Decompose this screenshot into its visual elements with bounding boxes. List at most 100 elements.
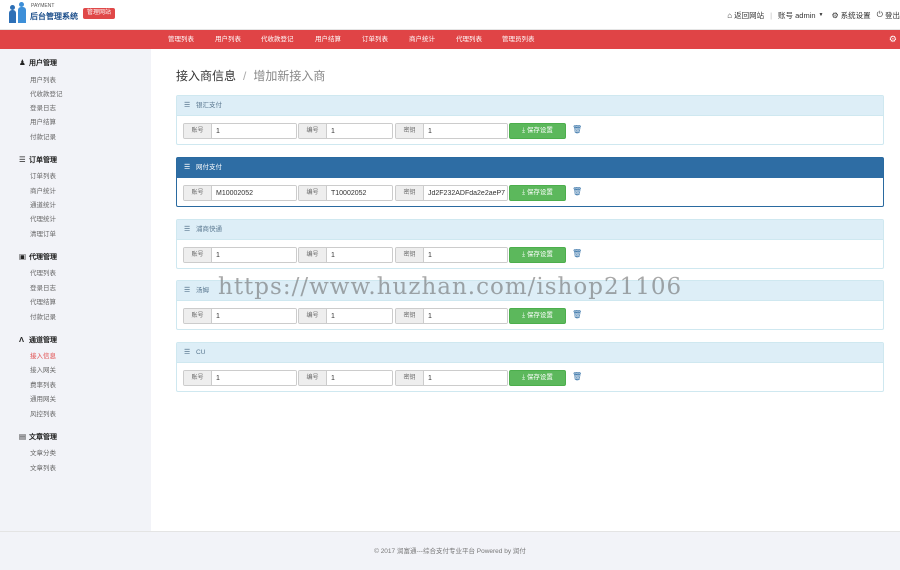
sidebar-item[interactable]: 代理列表 bbox=[30, 269, 56, 279]
main-nav: 管理列表 用户列表 代收款登记 用户结算 订单列表 商户统计 代理列表 管理员列… bbox=[0, 30, 900, 49]
sidebar-group-orders[interactable]: ☰ 订单管理 bbox=[19, 154, 57, 166]
sidebar-item[interactable]: 商户统计 bbox=[30, 187, 56, 197]
account-input[interactable] bbox=[212, 124, 296, 138]
account-field: 账号 bbox=[183, 185, 297, 201]
save-button[interactable]: ⤓ 保存设置 bbox=[509, 308, 566, 324]
sidebar-item[interactable]: 通用网关 bbox=[30, 395, 56, 405]
list-icon: ☰ bbox=[19, 155, 26, 164]
footer: © 2017 润富通---综合支付专业平台 Powered by 润付 bbox=[0, 531, 900, 570]
sidebar-group-agents[interactable]: ▣ 代理管理 bbox=[19, 251, 57, 263]
sidebar-item[interactable]: 费率列表 bbox=[30, 381, 56, 391]
upload-icon: ⤓ bbox=[522, 189, 526, 196]
trash-icon[interactable]: 🗑 bbox=[572, 310, 582, 319]
nav-item[interactable]: 商户统计 bbox=[409, 30, 435, 49]
account-field: 账号 bbox=[183, 123, 297, 139]
nav-item[interactable]: 订单列表 bbox=[362, 30, 388, 49]
provider-panel-active: ☰ 网付支付 账号 编号 密钥 ⤓ 保存设置 🗑 bbox=[176, 157, 884, 207]
account-input[interactable] bbox=[212, 309, 296, 323]
key-field: 密钥 bbox=[395, 247, 508, 263]
upload-icon: ⤓ bbox=[522, 251, 526, 258]
add-provider-link[interactable]: 增加新接入商 bbox=[253, 69, 325, 83]
divider: | bbox=[770, 10, 773, 20]
brand-title[interactable]: 后台管理系统 bbox=[30, 11, 78, 22]
gear-icon[interactable]: ⚙ bbox=[889, 34, 897, 45]
nav-item[interactable]: 用户列表 bbox=[215, 30, 241, 49]
code-input[interactable] bbox=[327, 124, 392, 138]
key-input[interactable] bbox=[424, 309, 507, 323]
sidebar-item[interactable]: 文章列表 bbox=[30, 464, 56, 474]
home-link[interactable]: ⌂ 返回网站 bbox=[727, 10, 764, 21]
watermark: https://www.huzhan.com/ishop21106 bbox=[218, 274, 683, 300]
sidebar-item[interactable]: 文章分类 bbox=[30, 449, 56, 459]
sidebar-item[interactable]: 用户结算 bbox=[30, 118, 56, 128]
code-input[interactable] bbox=[327, 186, 392, 200]
sidebar-item[interactable]: 代理统计 bbox=[30, 215, 56, 225]
sidebar-item-active[interactable]: 接入信息 bbox=[30, 352, 56, 362]
key-input[interactable] bbox=[424, 186, 507, 200]
nav-item[interactable]: 管理列表 bbox=[168, 30, 194, 49]
nav-item[interactable]: 代收款登记 bbox=[261, 30, 294, 49]
key-input[interactable] bbox=[424, 124, 507, 138]
code-field: 编号 bbox=[298, 247, 393, 263]
panel-title: CU bbox=[196, 349, 206, 356]
sidebar-group-channels[interactable]: Λ 通道管理 bbox=[19, 334, 57, 346]
nav-item[interactable]: 代理列表 bbox=[456, 30, 482, 49]
nav-item[interactable]: 管理员列表 bbox=[502, 30, 535, 49]
list-icon: ☰ bbox=[184, 349, 191, 356]
account-dropdown[interactable]: 账号 admin ▼ bbox=[778, 10, 825, 21]
panel-title: 银汇支付 bbox=[196, 102, 222, 109]
list-icon: ☰ bbox=[184, 287, 191, 294]
sidebar-item[interactable]: 代理结算 bbox=[30, 298, 56, 308]
settings-link[interactable]: ⚙ 系统设置 bbox=[832, 10, 871, 21]
account-input[interactable] bbox=[212, 248, 296, 262]
code-input[interactable] bbox=[327, 371, 392, 385]
nav-item[interactable]: 用户结算 bbox=[315, 30, 341, 49]
panel-header: ☰ 网付支付 bbox=[177, 158, 883, 178]
panel-title: 浦商快通 bbox=[196, 226, 222, 233]
code-field: 编号 bbox=[298, 123, 393, 139]
trash-icon[interactable]: 🗑 bbox=[572, 372, 582, 381]
road-icon: Λ bbox=[19, 335, 25, 344]
account-input[interactable] bbox=[212, 186, 296, 200]
key-input[interactable] bbox=[424, 371, 507, 385]
sidebar-item[interactable]: 登录日志 bbox=[30, 104, 56, 114]
save-button[interactable]: ⤓ 保存设置 bbox=[509, 123, 566, 139]
save-button[interactable]: ⤓ 保存设置 bbox=[509, 370, 566, 386]
panel-header: ☰ 浦商快通 bbox=[177, 220, 883, 240]
key-input[interactable] bbox=[424, 248, 507, 262]
sidebar-item[interactable]: 登录日志 bbox=[30, 284, 56, 294]
sidebar-group-articles[interactable]: ▤ 文章管理 bbox=[19, 431, 57, 443]
caret-down-icon: ▼ bbox=[818, 12, 824, 18]
sidebar-item[interactable]: 付款记录 bbox=[30, 313, 56, 323]
sidebar-item[interactable]: 付款记录 bbox=[30, 133, 56, 143]
sidebar-item[interactable]: 清理订单 bbox=[30, 230, 56, 240]
code-input[interactable] bbox=[327, 309, 392, 323]
brand-subtitle: PAYMENT bbox=[31, 3, 55, 9]
sidebar-group-users[interactable]: ♟ 用户管理 bbox=[19, 57, 57, 69]
save-button[interactable]: ⤓ 保存设置 bbox=[509, 247, 566, 263]
code-field: 编号 bbox=[298, 370, 393, 386]
page-title: 接入商信息 bbox=[176, 69, 237, 83]
provider-panel: ☰ 浦商快通 账号 编号 密钥 ⤓ 保存设置 🗑 bbox=[176, 219, 884, 269]
trash-icon[interactable]: 🗑 bbox=[572, 187, 582, 196]
code-input[interactable] bbox=[327, 248, 392, 262]
sidebar-item[interactable]: 接入网关 bbox=[30, 366, 56, 376]
trash-icon[interactable]: 🗑 bbox=[572, 125, 582, 134]
sidebar-item[interactable]: 用户列表 bbox=[30, 76, 56, 86]
key-field: 密钥 bbox=[395, 123, 508, 139]
upload-icon: ⤓ bbox=[522, 312, 526, 319]
list-icon: ☰ bbox=[184, 164, 191, 171]
manage-site-badge[interactable]: 管理网站 bbox=[83, 8, 116, 19]
sidebar-item[interactable]: 风控列表 bbox=[30, 410, 56, 420]
trash-icon[interactable]: 🗑 bbox=[572, 249, 582, 258]
sidebar-item[interactable]: 订单列表 bbox=[30, 172, 56, 182]
logo-icon[interactable] bbox=[8, 2, 28, 24]
gear-icon: ⚙ bbox=[831, 10, 839, 20]
save-button[interactable]: ⤓ 保存设置 bbox=[509, 185, 566, 201]
breadcrumb-separator: / bbox=[243, 69, 247, 83]
panel-header: ☰ 银汇支付 bbox=[177, 96, 883, 116]
logout-link[interactable]: ⏻ 登出 bbox=[877, 10, 900, 21]
sidebar-item[interactable]: 通道统计 bbox=[30, 201, 56, 211]
sidebar-item[interactable]: 代收款登记 bbox=[30, 90, 63, 100]
account-input[interactable] bbox=[212, 371, 296, 385]
